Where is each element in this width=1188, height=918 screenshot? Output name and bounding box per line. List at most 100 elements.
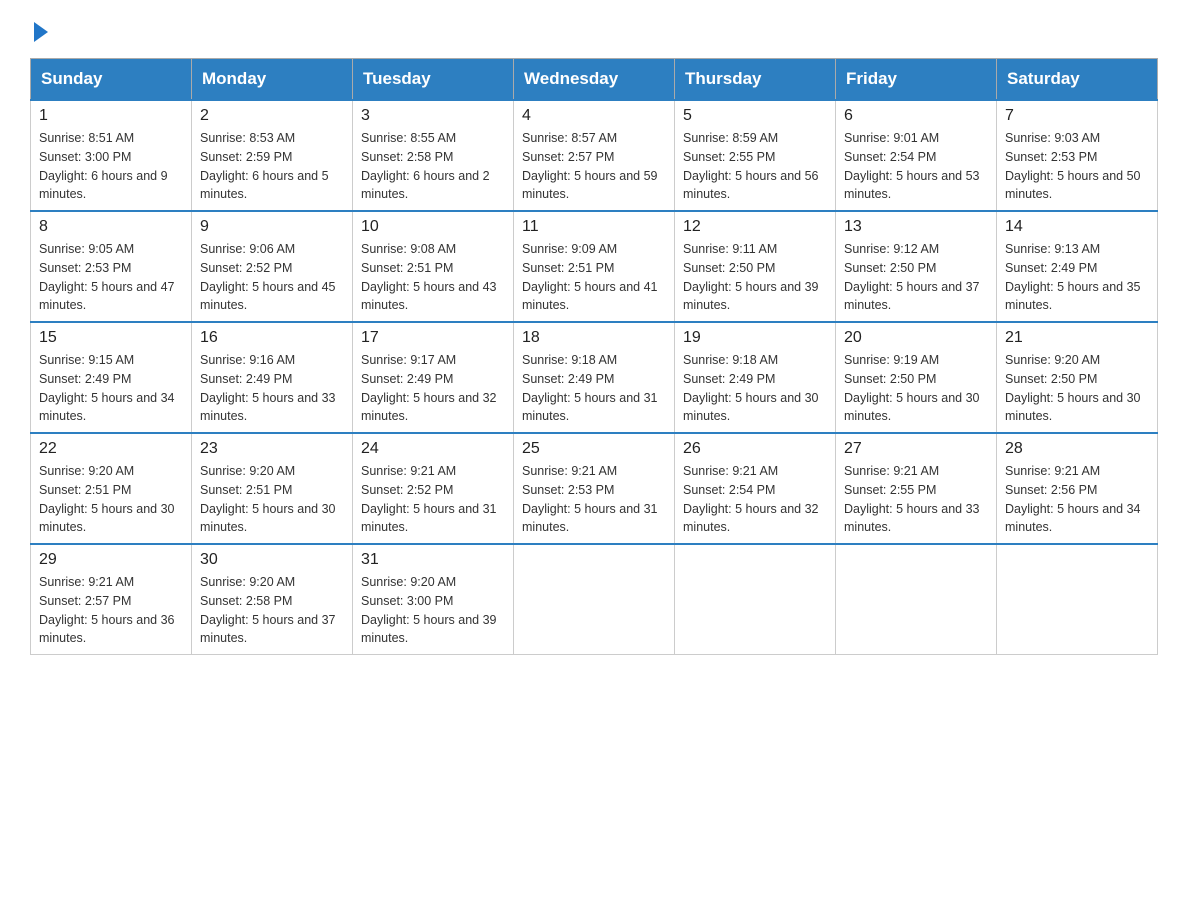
calendar-cell: 15 Sunrise: 9:15 AMSunset: 2:49 PMDaylig…	[31, 322, 192, 433]
day-info: Sunrise: 8:57 AMSunset: 2:57 PMDaylight:…	[522, 129, 666, 204]
day-info: Sunrise: 9:19 AMSunset: 2:50 PMDaylight:…	[844, 351, 988, 426]
day-number: 22	[39, 440, 183, 458]
weekday-header-wednesday: Wednesday	[514, 59, 675, 101]
calendar-cell: 5 Sunrise: 8:59 AMSunset: 2:55 PMDayligh…	[675, 100, 836, 211]
day-number: 12	[683, 218, 827, 236]
calendar-cell: 29 Sunrise: 9:21 AMSunset: 2:57 PMDaylig…	[31, 544, 192, 655]
calendar-cell: 13 Sunrise: 9:12 AMSunset: 2:50 PMDaylig…	[836, 211, 997, 322]
day-info: Sunrise: 8:59 AMSunset: 2:55 PMDaylight:…	[683, 129, 827, 204]
day-info: Sunrise: 9:20 AMSunset: 3:00 PMDaylight:…	[361, 573, 505, 648]
calendar-cell: 1 Sunrise: 8:51 AMSunset: 3:00 PMDayligh…	[31, 100, 192, 211]
calendar-cell: 21 Sunrise: 9:20 AMSunset: 2:50 PMDaylig…	[997, 322, 1158, 433]
calendar-cell	[997, 544, 1158, 655]
day-number: 16	[200, 329, 344, 347]
calendar-week-row: 15 Sunrise: 9:15 AMSunset: 2:49 PMDaylig…	[31, 322, 1158, 433]
calendar-cell: 11 Sunrise: 9:09 AMSunset: 2:51 PMDaylig…	[514, 211, 675, 322]
day-info: Sunrise: 9:12 AMSunset: 2:50 PMDaylight:…	[844, 240, 988, 315]
day-info: Sunrise: 8:53 AMSunset: 2:59 PMDaylight:…	[200, 129, 344, 204]
day-info: Sunrise: 9:01 AMSunset: 2:54 PMDaylight:…	[844, 129, 988, 204]
calendar-week-row: 1 Sunrise: 8:51 AMSunset: 3:00 PMDayligh…	[31, 100, 1158, 211]
day-info: Sunrise: 9:13 AMSunset: 2:49 PMDaylight:…	[1005, 240, 1149, 315]
weekday-header-tuesday: Tuesday	[353, 59, 514, 101]
day-number: 29	[39, 551, 183, 569]
day-info: Sunrise: 9:18 AMSunset: 2:49 PMDaylight:…	[522, 351, 666, 426]
day-info: Sunrise: 9:21 AMSunset: 2:57 PMDaylight:…	[39, 573, 183, 648]
day-number: 10	[361, 218, 505, 236]
weekday-header-saturday: Saturday	[997, 59, 1158, 101]
calendar-cell: 9 Sunrise: 9:06 AMSunset: 2:52 PMDayligh…	[192, 211, 353, 322]
day-info: Sunrise: 8:55 AMSunset: 2:58 PMDaylight:…	[361, 129, 505, 204]
calendar-cell: 14 Sunrise: 9:13 AMSunset: 2:49 PMDaylig…	[997, 211, 1158, 322]
day-info: Sunrise: 9:18 AMSunset: 2:49 PMDaylight:…	[683, 351, 827, 426]
day-number: 25	[522, 440, 666, 458]
day-info: Sunrise: 9:11 AMSunset: 2:50 PMDaylight:…	[683, 240, 827, 315]
calendar-cell: 27 Sunrise: 9:21 AMSunset: 2:55 PMDaylig…	[836, 433, 997, 544]
day-number: 27	[844, 440, 988, 458]
calendar-cell: 31 Sunrise: 9:20 AMSunset: 3:00 PMDaylig…	[353, 544, 514, 655]
day-number: 18	[522, 329, 666, 347]
calendar-cell: 12 Sunrise: 9:11 AMSunset: 2:50 PMDaylig…	[675, 211, 836, 322]
calendar-cell: 20 Sunrise: 9:19 AMSunset: 2:50 PMDaylig…	[836, 322, 997, 433]
calendar-cell: 24 Sunrise: 9:21 AMSunset: 2:52 PMDaylig…	[353, 433, 514, 544]
logo	[30, 20, 48, 38]
day-number: 15	[39, 329, 183, 347]
calendar-cell: 2 Sunrise: 8:53 AMSunset: 2:59 PMDayligh…	[192, 100, 353, 211]
day-info: Sunrise: 8:51 AMSunset: 3:00 PMDaylight:…	[39, 129, 183, 204]
day-info: Sunrise: 9:21 AMSunset: 2:52 PMDaylight:…	[361, 462, 505, 537]
calendar-cell	[836, 544, 997, 655]
day-number: 28	[1005, 440, 1149, 458]
day-number: 20	[844, 329, 988, 347]
weekday-header-sunday: Sunday	[31, 59, 192, 101]
day-info: Sunrise: 9:05 AMSunset: 2:53 PMDaylight:…	[39, 240, 183, 315]
weekday-header-row: SundayMondayTuesdayWednesdayThursdayFrid…	[31, 59, 1158, 101]
calendar-cell: 3 Sunrise: 8:55 AMSunset: 2:58 PMDayligh…	[353, 100, 514, 211]
calendar-cell: 23 Sunrise: 9:20 AMSunset: 2:51 PMDaylig…	[192, 433, 353, 544]
calendar-cell: 6 Sunrise: 9:01 AMSunset: 2:54 PMDayligh…	[836, 100, 997, 211]
day-number: 30	[200, 551, 344, 569]
day-number: 21	[1005, 329, 1149, 347]
calendar-cell: 28 Sunrise: 9:21 AMSunset: 2:56 PMDaylig…	[997, 433, 1158, 544]
day-number: 31	[361, 551, 505, 569]
calendar-cell: 18 Sunrise: 9:18 AMSunset: 2:49 PMDaylig…	[514, 322, 675, 433]
day-number: 13	[844, 218, 988, 236]
day-number: 17	[361, 329, 505, 347]
calendar-week-row: 29 Sunrise: 9:21 AMSunset: 2:57 PMDaylig…	[31, 544, 1158, 655]
day-info: Sunrise: 9:09 AMSunset: 2:51 PMDaylight:…	[522, 240, 666, 315]
calendar-cell: 25 Sunrise: 9:21 AMSunset: 2:53 PMDaylig…	[514, 433, 675, 544]
calendar-cell: 17 Sunrise: 9:17 AMSunset: 2:49 PMDaylig…	[353, 322, 514, 433]
day-number: 23	[200, 440, 344, 458]
page-header	[30, 20, 1158, 38]
calendar-week-row: 8 Sunrise: 9:05 AMSunset: 2:53 PMDayligh…	[31, 211, 1158, 322]
day-info: Sunrise: 9:08 AMSunset: 2:51 PMDaylight:…	[361, 240, 505, 315]
day-info: Sunrise: 9:16 AMSunset: 2:49 PMDaylight:…	[200, 351, 344, 426]
day-info: Sunrise: 9:21 AMSunset: 2:56 PMDaylight:…	[1005, 462, 1149, 537]
day-number: 11	[522, 218, 666, 236]
day-number: 4	[522, 107, 666, 125]
calendar-cell	[675, 544, 836, 655]
day-info: Sunrise: 9:20 AMSunset: 2:51 PMDaylight:…	[39, 462, 183, 537]
day-number: 6	[844, 107, 988, 125]
calendar-cell	[514, 544, 675, 655]
calendar-cell: 4 Sunrise: 8:57 AMSunset: 2:57 PMDayligh…	[514, 100, 675, 211]
calendar-cell: 10 Sunrise: 9:08 AMSunset: 2:51 PMDaylig…	[353, 211, 514, 322]
day-number: 14	[1005, 218, 1149, 236]
day-info: Sunrise: 9:21 AMSunset: 2:53 PMDaylight:…	[522, 462, 666, 537]
day-info: Sunrise: 9:06 AMSunset: 2:52 PMDaylight:…	[200, 240, 344, 315]
day-number: 26	[683, 440, 827, 458]
calendar-cell: 22 Sunrise: 9:20 AMSunset: 2:51 PMDaylig…	[31, 433, 192, 544]
day-info: Sunrise: 9:20 AMSunset: 2:51 PMDaylight:…	[200, 462, 344, 537]
day-number: 9	[200, 218, 344, 236]
day-number: 1	[39, 107, 183, 125]
calendar-cell: 16 Sunrise: 9:16 AMSunset: 2:49 PMDaylig…	[192, 322, 353, 433]
day-info: Sunrise: 9:15 AMSunset: 2:49 PMDaylight:…	[39, 351, 183, 426]
day-number: 8	[39, 218, 183, 236]
weekday-header-monday: Monday	[192, 59, 353, 101]
day-number: 19	[683, 329, 827, 347]
day-info: Sunrise: 9:03 AMSunset: 2:53 PMDaylight:…	[1005, 129, 1149, 204]
day-number: 3	[361, 107, 505, 125]
day-info: Sunrise: 9:20 AMSunset: 2:58 PMDaylight:…	[200, 573, 344, 648]
calendar-cell: 8 Sunrise: 9:05 AMSunset: 2:53 PMDayligh…	[31, 211, 192, 322]
day-number: 2	[200, 107, 344, 125]
calendar-cell: 7 Sunrise: 9:03 AMSunset: 2:53 PMDayligh…	[997, 100, 1158, 211]
day-info: Sunrise: 9:21 AMSunset: 2:55 PMDaylight:…	[844, 462, 988, 537]
